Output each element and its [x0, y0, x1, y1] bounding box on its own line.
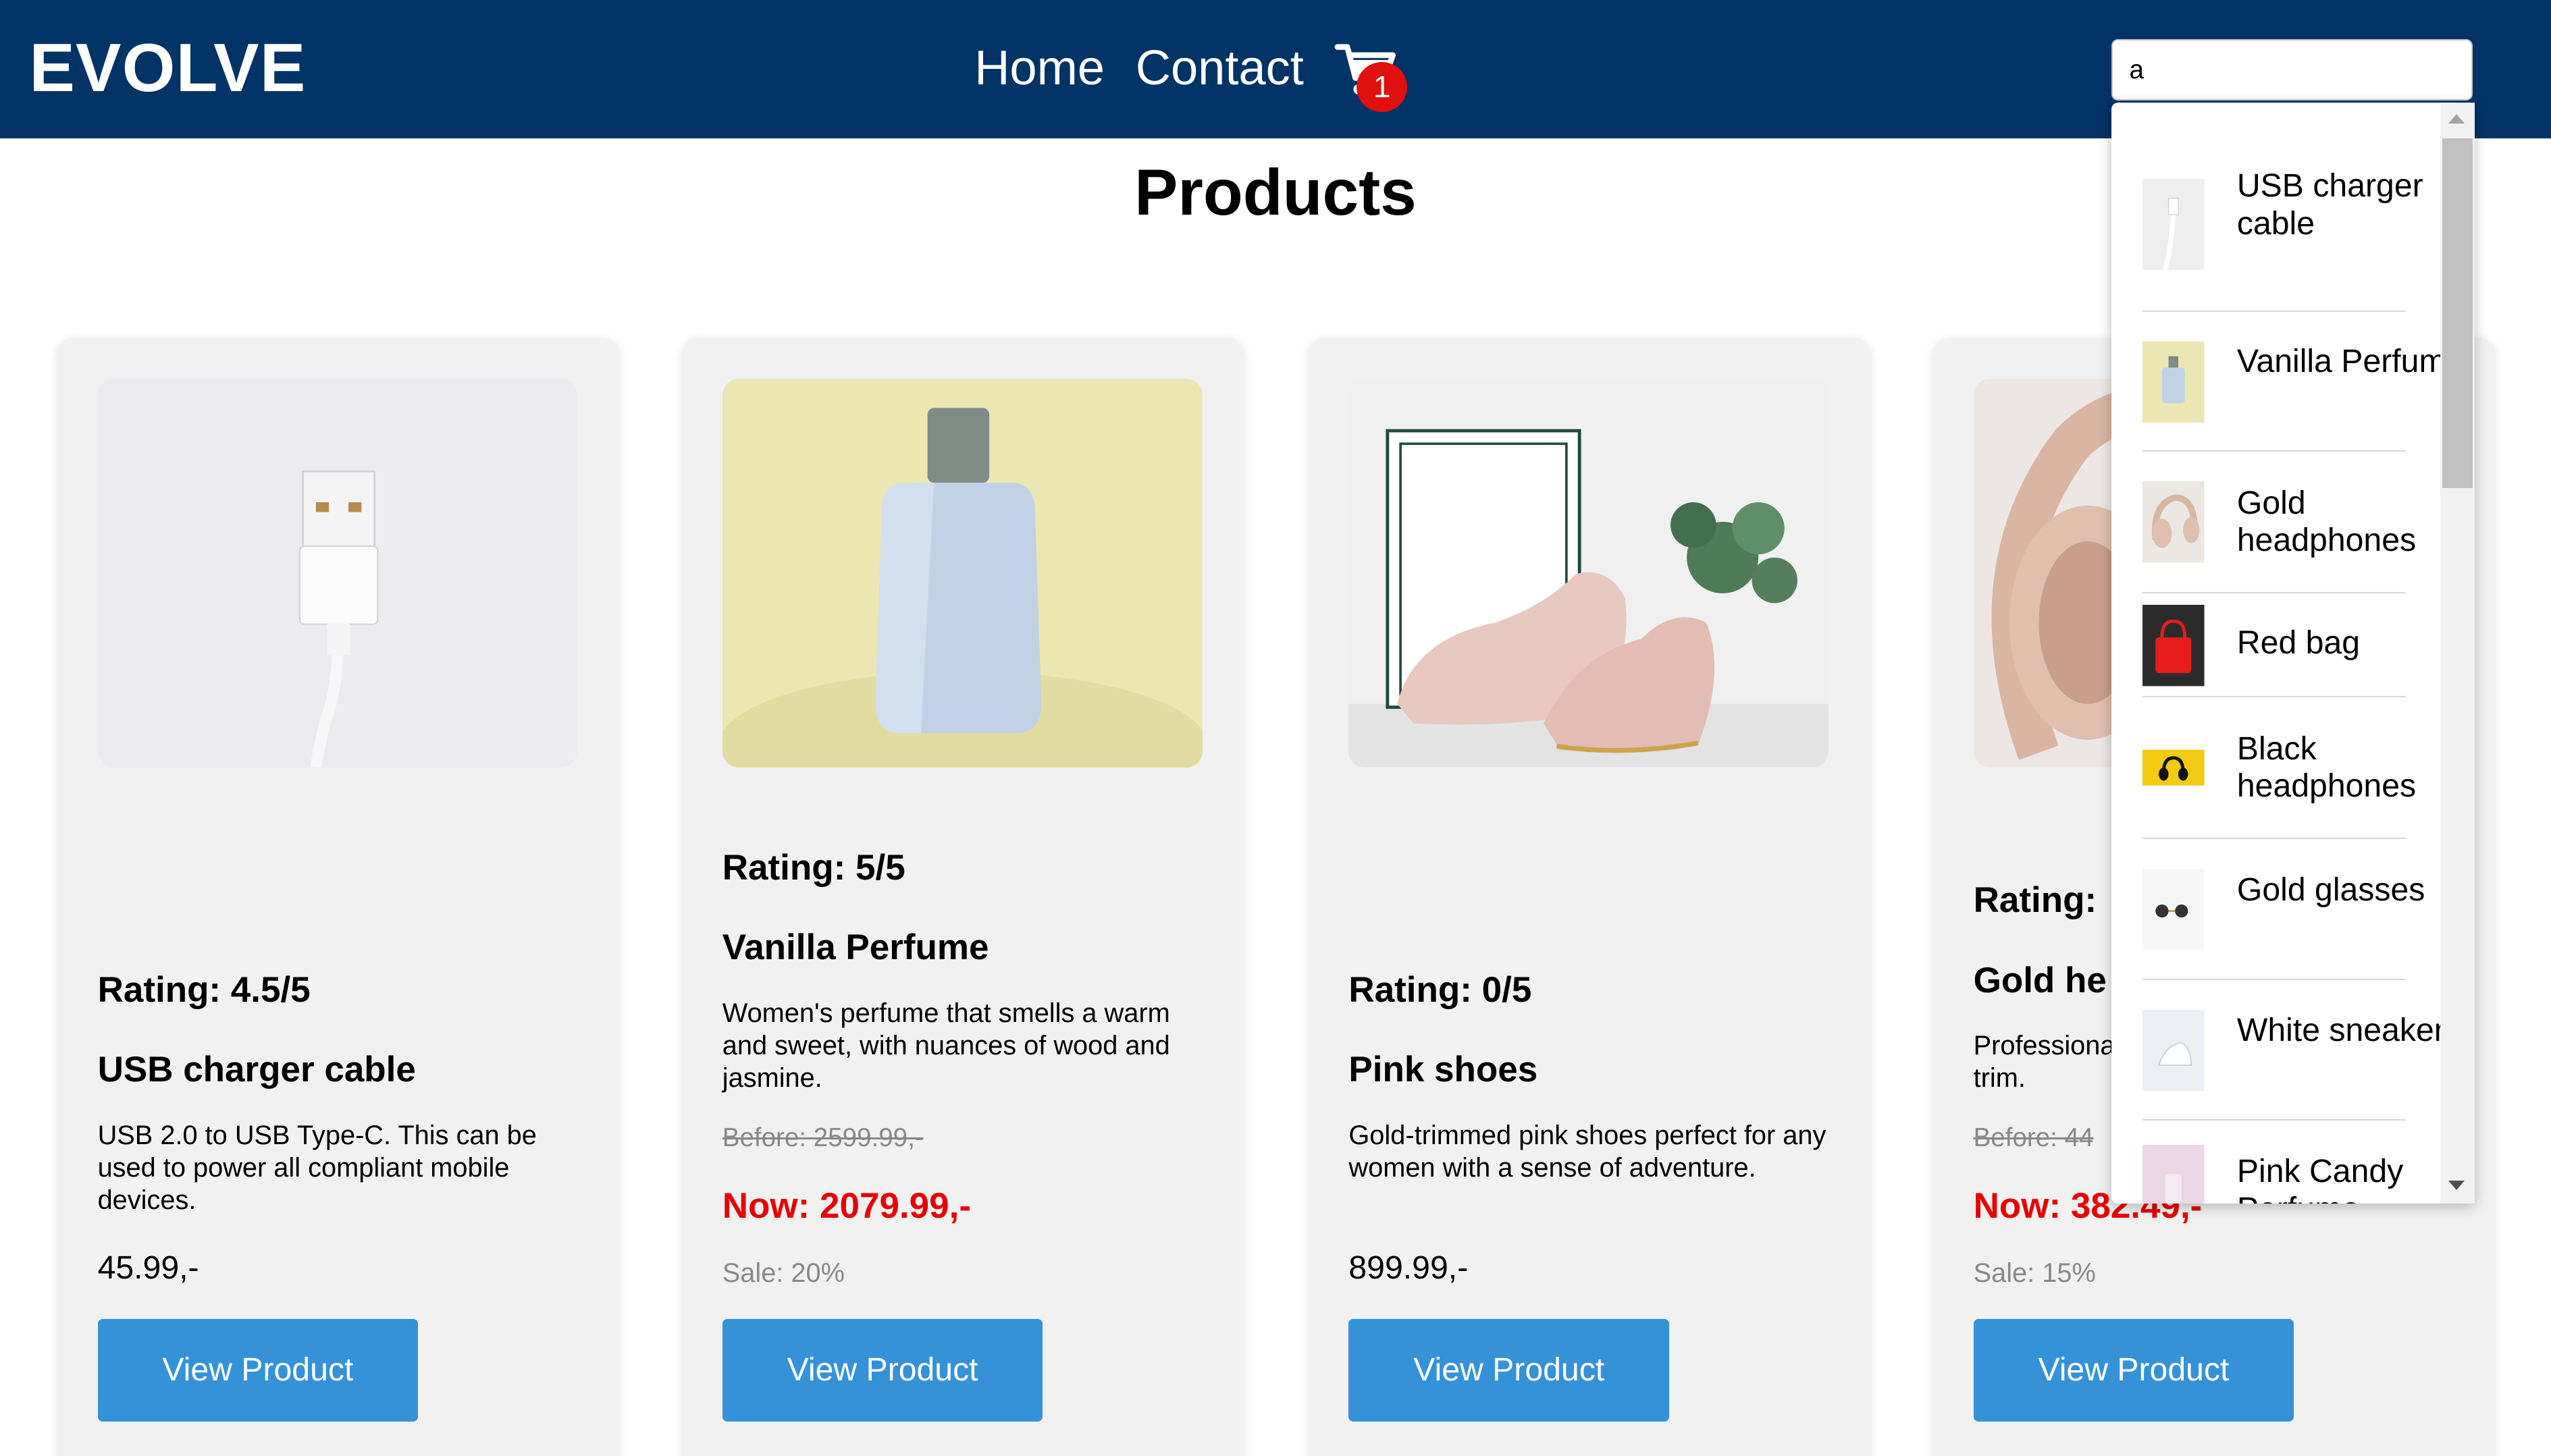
- nav-home-link[interactable]: Home: [974, 39, 1105, 98]
- scrollbar-thumb[interactable]: [2442, 138, 2473, 488]
- usb-cable-thumbnail: [2142, 179, 2205, 270]
- search-result-item[interactable]: Vanilla Perfume: [2142, 311, 2464, 452]
- product-image-pink-shoes: [1348, 379, 1829, 768]
- nav-contact-link[interactable]: Contact: [1136, 39, 1304, 98]
- product-rating: Rating:: [1973, 880, 2097, 921]
- search-result-item[interactable]: Black headphones: [2142, 696, 2416, 839]
- view-product-button[interactable]: View Product: [722, 1319, 1043, 1422]
- search-result-label: USB charger cable: [2236, 167, 2423, 242]
- product-description: USB 2.0 to USB Type-C. This can be used …: [97, 1120, 537, 1216]
- black-headphones-thumbnail: [2142, 726, 2205, 809]
- scroll-down-arrow-icon[interactable]: [2448, 1181, 2465, 1190]
- search-result-item[interactable]: Gold glasses: [2142, 838, 2425, 981]
- view-product-button[interactable]: View Product: [97, 1319, 419, 1422]
- product-card: Rating: 4.5/5 USB charger cable USB 2.0 …: [57, 338, 620, 1456]
- search-result-item[interactable]: White sneakers: [2142, 979, 2461, 1121]
- product-sale-percent: Sale: 15%: [1973, 1258, 2096, 1289]
- product-card: Rating: 5/5 Vanilla Perfume Women's perf…: [681, 338, 1245, 1456]
- vanilla-perfume-thumbnail: [2142, 341, 2205, 423]
- product-rating: Rating: 5/5: [722, 848, 905, 888]
- product-description: Gold-trimmed pink shoes perfect for any …: [1348, 1120, 1826, 1183]
- site-logo[interactable]: EVOLVE: [29, 30, 306, 106]
- product-name: Pink shoes: [1348, 1050, 1538, 1090]
- search-result-item[interactable]: Pink Candy Perfume: [2142, 1119, 2406, 1204]
- product-image-usb-cable: [97, 379, 578, 768]
- product-rating: Rating: 0/5: [1348, 969, 1532, 1010]
- product-rating: Rating: 4.5/5: [97, 969, 311, 1010]
- search-result-label: Pink Candy Perfume: [2236, 1153, 2404, 1204]
- view-product-button[interactable]: View Product: [1973, 1319, 2294, 1422]
- cart-count-badge: 1: [1357, 61, 1408, 113]
- search-result-label: Vanilla Perfume: [2236, 343, 2465, 380]
- search-result-label: White sneakers: [2236, 1011, 2461, 1048]
- product-description: Women's perfume that smells a warm and s…: [722, 998, 1170, 1094]
- search-results-dropdown[interactable]: USB charger cable Vanilla Perfume Gold h…: [2111, 102, 2475, 1204]
- product-price-before: Before: 2599.99,-: [722, 1123, 924, 1153]
- scroll-up-arrow-icon[interactable]: [2448, 114, 2465, 124]
- product-price-before: Before: 44: [1973, 1123, 2094, 1153]
- product-name: Gold he: [1973, 960, 2107, 1000]
- red-bag-thumbnail: [2142, 605, 2205, 686]
- product-price-now: Now: 2079.99,-: [722, 1186, 971, 1226]
- product-price: 45.99,-: [97, 1249, 199, 1287]
- search-result-item[interactable]: Red bag: [2142, 592, 2407, 698]
- search-result-item[interactable]: Gold headphones: [2142, 450, 2416, 593]
- dropdown-scrollbar[interactable]: [2440, 102, 2475, 1204]
- search-result-item[interactable]: USB charger cable: [2142, 161, 2423, 313]
- product-description: Professiona trim.: [1973, 1031, 2115, 1094]
- search-result-label: Black headphones: [2236, 730, 2417, 805]
- gold-headphones-thumbnail: [2142, 481, 2205, 563]
- search-result-label: Red bag: [2236, 624, 2361, 662]
- view-product-button[interactable]: View Product: [1348, 1319, 1670, 1422]
- product-sale-percent: Sale: 20%: [722, 1258, 845, 1289]
- product-image-vanilla-perfume: [722, 379, 1203, 768]
- product-card: Rating: 0/5 Pink shoes Gold-trimmed pink…: [1308, 338, 1871, 1456]
- pink-candy-perfume-thumbnail: [2142, 1145, 2205, 1204]
- white-sneakers-thumbnail: [2142, 1010, 2205, 1091]
- gold-glasses-thumbnail: [2142, 868, 2205, 950]
- search-input[interactable]: [2111, 38, 2473, 101]
- product-name: Vanilla Perfume: [722, 927, 989, 968]
- search-result-label: Gold glasses: [2236, 871, 2425, 909]
- search-result-label: Gold headphones: [2236, 484, 2417, 559]
- product-name: USB charger cable: [97, 1050, 416, 1090]
- product-price: 899.99,-: [1348, 1249, 1469, 1287]
